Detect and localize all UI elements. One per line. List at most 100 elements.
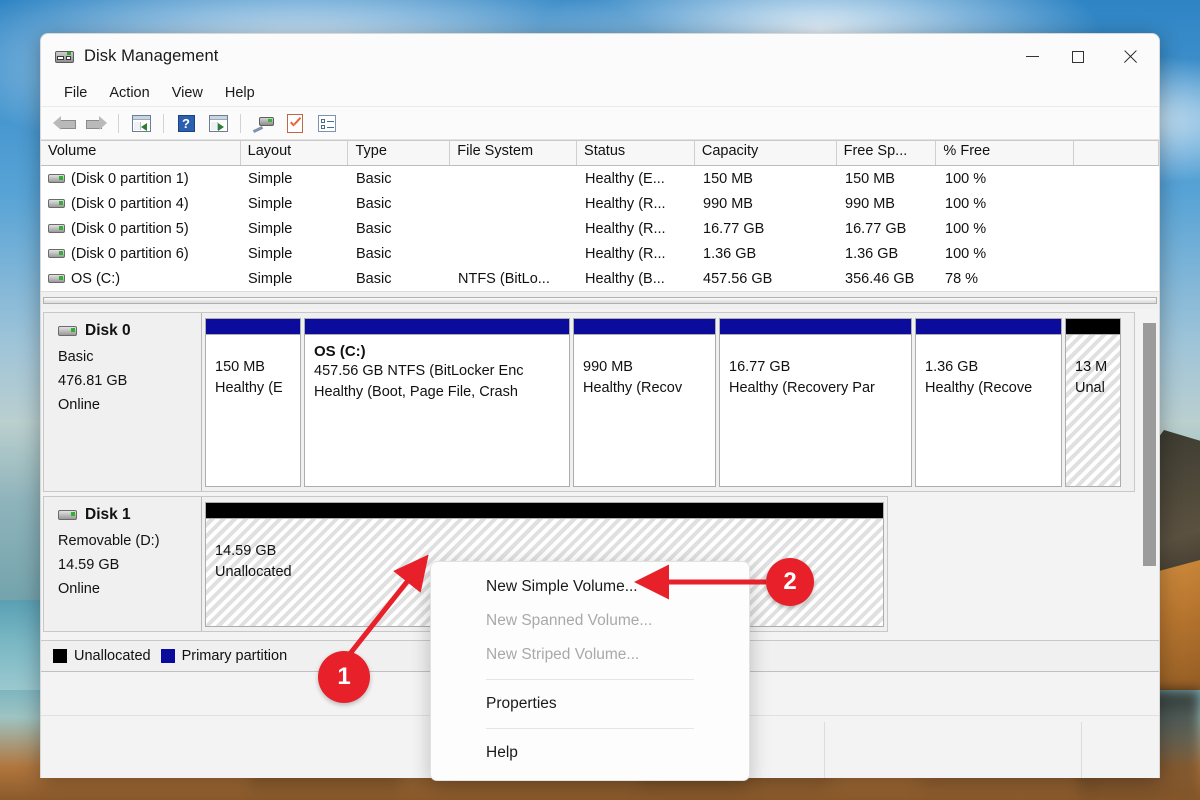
table-row[interactable]: (Disk 0 partition 6) Simple Basic Healthy (… <box>41 241 1159 266</box>
minimize-button[interactable] <box>1009 34 1055 79</box>
table-row[interactable]: (Disk 0 partition 1) Simple Basic Healthy (… <box>41 166 1159 191</box>
disk-info-panel: Disk 1 Removable (D:) 14.59 GB Online <box>44 497 202 631</box>
partition-size: 13 M <box>1075 359 1108 375</box>
volume-drive-icon <box>48 274 65 283</box>
unallocated-bar <box>206 503 883 518</box>
table-cell-pct: 100 % <box>945 170 987 187</box>
forward-icon <box>85 115 107 131</box>
help-button[interactable]: ? <box>171 110 201 136</box>
maximize-button[interactable] <box>1055 34 1101 79</box>
context-menu[interactable]: New Simple Volume... New Spanned Volume..… <box>430 561 750 781</box>
menu-separator <box>486 679 694 680</box>
back-icon <box>53 115 76 131</box>
partition-size: 1.36 GB <box>925 359 979 375</box>
table-cell-capacity: 150 MB <box>703 170 753 187</box>
show-hide-action-pane-button[interactable] <box>203 110 233 136</box>
partition-block[interactable]: 13 M Unal <box>1065 318 1121 487</box>
disk-title: Disk 0 <box>58 322 201 340</box>
context-menu-item[interactable]: Properties <box>431 687 749 721</box>
disk-name: Disk 1 <box>85 506 131 523</box>
pane-splitter[interactable] <box>41 291 1159 309</box>
list-view-button[interactable] <box>312 110 342 136</box>
disk-type: Removable (D:) <box>58 533 160 549</box>
partition-title: OS (C:) <box>314 343 366 360</box>
primary-partition-bar <box>305 319 569 334</box>
legend-item-primary: Primary partition <box>160 648 287 664</box>
volume-column-header[interactable]: Type <box>348 141 451 165</box>
volume-column-header[interactable] <box>1074 141 1159 165</box>
partition-block[interactable]: 150 MB Healthy (E <box>205 318 301 487</box>
table-cell-layout: Simple <box>248 170 293 187</box>
minimize-icon <box>1025 55 1039 58</box>
disk-type: Basic <box>58 349 94 365</box>
partition-status: Healthy (Recovery Par <box>729 380 875 396</box>
volume-table-header: Volume Layout Type File System Status Capacit… <box>41 140 1159 166</box>
table-cell-type: Basic <box>356 270 392 287</box>
table-cell-volume: OS (C:) <box>41 271 241 287</box>
partition-block[interactable]: 16.77 GB Healthy (Recovery Par <box>719 318 912 487</box>
table-cell-pct: 78 % <box>945 270 979 287</box>
table-cell-volume: (Disk 0 partition 5) <box>41 221 241 237</box>
vertical-scrollbar[interactable] <box>1142 309 1157 639</box>
unallocated-bar <box>1066 319 1120 334</box>
title-bar: Disk Management <box>41 34 1159 79</box>
toolbar-separator <box>163 113 164 133</box>
table-cell-status: Healthy (R... <box>585 195 666 212</box>
forward-button[interactable] <box>81 110 111 136</box>
disk-drive-icon <box>55 48 74 65</box>
table-cell-status: Healthy (R... <box>585 220 666 237</box>
table-row[interactable]: (Disk 0 partition 4) Simple Basic Healthy (… <box>41 191 1159 216</box>
primary-partition-bar <box>206 319 300 334</box>
disk-name: Disk 0 <box>85 322 131 339</box>
menu-action[interactable]: Action <box>98 83 160 103</box>
context-menu-item[interactable]: Help <box>431 736 749 770</box>
show-hide-action-pane-icon <box>208 114 228 132</box>
volume-column-header[interactable]: Status <box>577 141 695 165</box>
table-row[interactable]: OS (C:) Simple Basic NTFS (BitLo... Healthy … <box>41 266 1159 291</box>
partition-body: OS (C:) 457.56 GB NTFS (BitLocker Enc Heal… <box>305 334 569 486</box>
volume-column-header[interactable]: Layout <box>241 141 349 165</box>
legend-label: Unallocated <box>74 648 151 664</box>
volume-name: (Disk 0 partition 6) <box>71 245 189 262</box>
table-row[interactable]: (Disk 0 partition 5) Simple Basic Healthy (… <box>41 216 1159 241</box>
partition-block[interactable]: OS (C:) 457.56 GB NTFS (BitLocker Enc Heal… <box>304 318 570 487</box>
volume-name: (Disk 0 partition 1) <box>71 170 189 187</box>
partition-size: 457.56 GB NTFS (BitLocker Enc <box>314 363 524 379</box>
table-cell-free: 150 MB <box>845 170 895 187</box>
primary-partition-bar <box>720 319 911 334</box>
partition-body: 990 MB Healthy (Recov <box>574 334 715 486</box>
table-cell-type: Basic <box>356 245 392 262</box>
show-hide-console-tree-button[interactable] <box>126 110 156 136</box>
volume-column-header[interactable]: File System <box>450 141 578 165</box>
disk-drive-icon <box>58 510 77 520</box>
disk-row[interactable]: Disk 0 Basic 476.81 GB Online 150 MB Heal… <box>43 312 1135 492</box>
partition-block[interactable]: 1.36 GB Healthy (Recove <box>915 318 1062 487</box>
context-menu-item: New Striped Volume... <box>486 646 640 663</box>
table-cell-layout: Simple <box>248 195 293 212</box>
table-cell-free: 1.36 GB <box>845 245 899 262</box>
volume-column-header[interactable]: % Free <box>936 141 1075 165</box>
menu-file[interactable]: File <box>53 83 98 103</box>
table-cell-pct: 100 % <box>945 220 987 237</box>
menu-view[interactable]: View <box>161 83 214 103</box>
menu-help[interactable]: Help <box>214 83 266 103</box>
scrollbar-thumb[interactable] <box>1143 323 1156 566</box>
partition-status: Healthy (Recov <box>583 380 683 396</box>
disk-size: 14.59 GB <box>58 557 120 573</box>
back-button[interactable] <box>49 110 79 136</box>
volume-column-header[interactable]: Free Sp... <box>837 141 937 165</box>
rescan-disks-button[interactable] <box>248 110 278 136</box>
table-cell-pct: 100 % <box>945 195 987 212</box>
close-button[interactable] <box>1101 34 1159 79</box>
context-menu-item[interactable]: New Simple Volume... <box>431 570 749 604</box>
partition-block[interactable]: 990 MB Healthy (Recov <box>573 318 716 487</box>
disk-title: Disk 1 <box>58 506 201 524</box>
properties-button[interactable] <box>280 110 310 136</box>
volume-column-header[interactable]: Capacity <box>695 141 837 165</box>
disk-drive-icon <box>58 326 77 336</box>
volume-column-header[interactable]: Volume <box>41 141 241 165</box>
toolbar-separator <box>240 113 241 133</box>
unallocated-swatch-icon <box>53 649 67 663</box>
volume-table-body: (Disk 0 partition 1) Simple Basic Healthy (… <box>41 166 1159 291</box>
table-cell-status: Healthy (B... <box>585 270 665 287</box>
